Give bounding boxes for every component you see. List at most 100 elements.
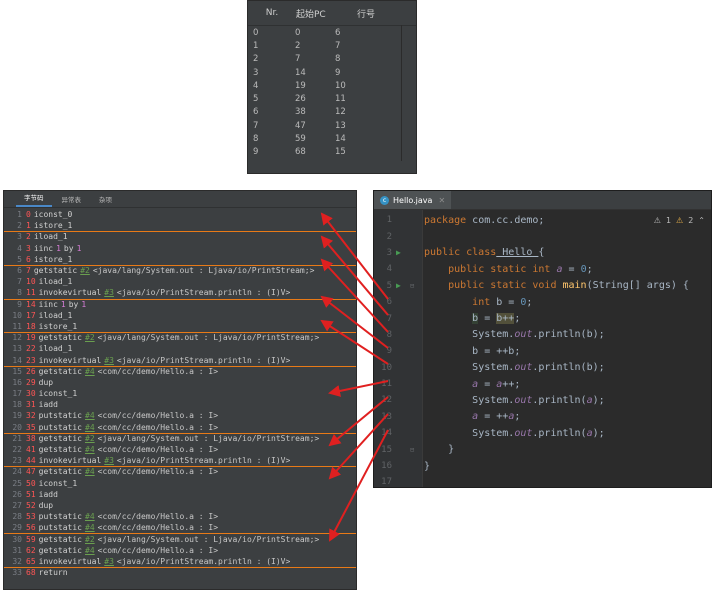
bytecode-instruction: invokevirtual [38, 288, 102, 298]
bytecode-operand[interactable]: #2 [85, 333, 95, 342]
line-table-row[interactable]: 6 38 12 [248, 106, 416, 119]
bytecode-line-number: 6 [17, 266, 22, 276]
bytecode-operand[interactable]: #4 [85, 423, 95, 432]
bytecode-line[interactable]: 6 7 getstatic #2 <java/lang/System.out : Lja… [4, 265, 356, 276]
fold-end-icon[interactable]: ⊟ [410, 446, 420, 454]
bytecode-operand[interactable]: #3 [104, 456, 114, 465]
bytecode-line[interactable]: 21 38 getstatic #2 <java/lang/System.out : L… [4, 433, 356, 444]
tab-exception-table[interactable]: 异常表 [54, 194, 90, 207]
bytecode-line[interactable]: 31 62 getstatic #4 <com/cc/demo/Hello.a : I> [4, 545, 356, 556]
cell-start-pc: 14 [295, 67, 306, 78]
line-table-row[interactable]: 9 68 15 [248, 146, 416, 159]
bytecode-line[interactable]: 30 59 getstatic #2 <java/lang/System.out : L… [4, 533, 356, 544]
bytecode-line-number: 20 [12, 422, 22, 432]
bytecode-operand[interactable]: 1 [61, 300, 66, 309]
bytecode-offset: 26 [26, 366, 36, 376]
bytecode-line[interactable]: 14 23 invokevirtual #3 <java/io/PrintStream.… [4, 354, 356, 367]
bytecode-line[interactable]: 7 10 iload_1 [4, 276, 356, 287]
bytecode-operand[interactable]: #3 [104, 557, 114, 566]
bytecode-line[interactable]: 33 68 return [4, 567, 356, 578]
header-nr[interactable]: Nr. [248, 8, 296, 18]
bytecode-line[interactable]: 20 35 putstatic #4 <com/cc/demo/Hello.a : I> [4, 422, 356, 434]
bytecode-operand[interactable]: #4 [85, 467, 95, 476]
bytecode-instruction: invokevirtual [38, 556, 102, 566]
bytecode-instruction: iload_1 [33, 232, 68, 242]
line-table-row[interactable]: 4 19 10 [248, 79, 416, 92]
bytecode-operand[interactable]: #4 [85, 546, 95, 555]
bytecode-line-number: 4 [17, 243, 22, 253]
bytecode-line[interactable]: 5 6 istore_1 [4, 254, 356, 267]
bytecode-line[interactable]: 26 51 iadd [4, 489, 356, 500]
code-line-1: 1 package com.cc.demo; [386, 214, 545, 226]
bytecode-operand[interactable]: #3 [104, 356, 114, 365]
bytecode-line[interactable]: 27 52 dup [4, 500, 356, 511]
line-table-row[interactable]: 8 59 14 [248, 132, 416, 145]
bytecode-operand[interactable]: #4 [85, 411, 95, 420]
bytecode-line[interactable]: 17 30 iconst_1 [4, 388, 356, 399]
bytecode-operand[interactable]: #2 [80, 266, 90, 275]
bytecode-line-number: 2 [17, 221, 22, 231]
bytecode-line-number: 24 [12, 467, 22, 477]
line-table-row[interactable]: 7 47 13 [248, 119, 416, 132]
bytecode-line[interactable]: 3 2 iload_1 [4, 231, 356, 242]
bytecode-operand[interactable]: #2 [85, 535, 95, 544]
cell-start-pc: 7 [295, 54, 301, 65]
bytecode-line[interactable]: 13 22 iload_1 [4, 343, 356, 354]
bytecode-line[interactable]: 10 17 iload_1 [4, 310, 356, 321]
bytecode-comment: <java/lang/System.out : Ljava/io/PrintSt… [92, 266, 315, 276]
header-start-pc[interactable]: 起始PC [296, 7, 336, 20]
bytecode-line[interactable]: 32 65 invokevirtual #3 <java/io/PrintStream.… [4, 556, 356, 569]
bytecode-operand[interactable]: 1 [56, 244, 61, 253]
bytecode-line[interactable]: 12 19 getstatic #2 <java/lang/System.out : L… [4, 332, 356, 343]
bytecode-operand[interactable]: #4 [85, 512, 95, 521]
bytecode-instruction: invokevirtual [38, 355, 102, 365]
bytecode-line[interactable]: 1 0 iconst_0 [4, 209, 356, 220]
editor-tab-hello-java[interactable]: c Hello.java ✕ [374, 191, 452, 209]
bytecode-line[interactable]: 15 26 getstatic #4 <com/cc/demo/Hello.a : I> [4, 366, 356, 377]
cell-start-pc: 0 [295, 27, 301, 38]
fold-icon[interactable]: ⊟ [410, 282, 420, 290]
bytecode-operand[interactable]: #2 [85, 434, 95, 443]
bytecode-instruction: getstatic [38, 445, 82, 455]
line-table-row[interactable]: 5 26 11 [248, 92, 416, 105]
bytecode-line[interactable]: 25 50 iconst_1 [4, 478, 356, 489]
bytecode-offset: 1 [26, 221, 31, 231]
bytecode-operand[interactable]: #4 [85, 367, 95, 376]
bytecode-instruction: getstatic [38, 467, 82, 477]
bytecode-operand[interactable]: #3 [104, 288, 114, 297]
bytecode-line[interactable]: 9 14 iinc 1 by 1 [4, 299, 356, 310]
bytecode-line[interactable]: 29 56 putstatic #4 <com/cc/demo/Hello.a : I> [4, 522, 356, 535]
cell-line: 14 [335, 134, 346, 145]
line-table-row[interactable]: 2 7 8 [248, 53, 416, 66]
bytecode-line[interactable]: 22 41 getstatic #4 <com/cc/demo/Hello.a : I> [4, 444, 356, 455]
tab-bytecode[interactable]: 字节码 [16, 192, 52, 207]
bytecode-line[interactable]: 11 18 istore_1 [4, 321, 356, 334]
run-gutter-icon[interactable]: ▶ [396, 248, 410, 257]
bytecode-line-number: 18 [12, 400, 22, 410]
header-line-number[interactable]: 行号 [336, 7, 396, 20]
bytecode-operand[interactable]: #4 [85, 445, 95, 454]
bytecode-instruction: getstatic [38, 534, 82, 544]
bytecode-line[interactable]: 16 29 dup [4, 377, 356, 388]
bytecode-offset: 52 [26, 500, 36, 510]
bytecode-line[interactable]: 24 47 getstatic #4 <com/cc/demo/Hello.a : I> [4, 466, 356, 477]
bytecode-offset: 51 [26, 489, 36, 499]
cell-line: 8 [335, 54, 341, 65]
bytecode-line[interactable]: 18 31 iadd [4, 399, 356, 410]
bytecode-line[interactable]: 19 32 putstatic #4 <com/cc/demo/Hello.a : I> [4, 410, 356, 421]
code-area[interactable]: 1 package com.cc.demo; 2 3 ▶ public class H… [374, 212, 711, 491]
bytecode-line[interactable]: 28 53 putstatic #4 <com/cc/demo/Hello.a : I> [4, 511, 356, 522]
bytecode-line[interactable]: 8 11 invokevirtual #3 <java/io/PrintStream.p… [4, 287, 356, 300]
close-tab-icon[interactable]: ✕ [438, 196, 445, 205]
bytecode-offset: 68 [26, 568, 36, 578]
line-table-row[interactable]: 1 2 7 [248, 39, 416, 52]
bytecode-line[interactable]: 23 44 invokevirtual #3 <java/io/PrintStream.… [4, 455, 356, 468]
bytecode-operand[interactable]: #4 [85, 523, 95, 532]
run-main-gutter-icon[interactable]: ▶ [396, 281, 410, 290]
bytecode-line[interactable]: 2 1 istore_1 [4, 220, 356, 233]
bytecode-line[interactable]: 4 3 iinc 1 by 1 [4, 243, 356, 254]
cell-line: 10 [335, 80, 346, 91]
tab-misc[interactable]: 杂项 [91, 194, 120, 207]
line-table-row[interactable]: 3 14 9 [248, 66, 416, 79]
line-table-row[interactable]: 0 0 6 [248, 26, 416, 39]
